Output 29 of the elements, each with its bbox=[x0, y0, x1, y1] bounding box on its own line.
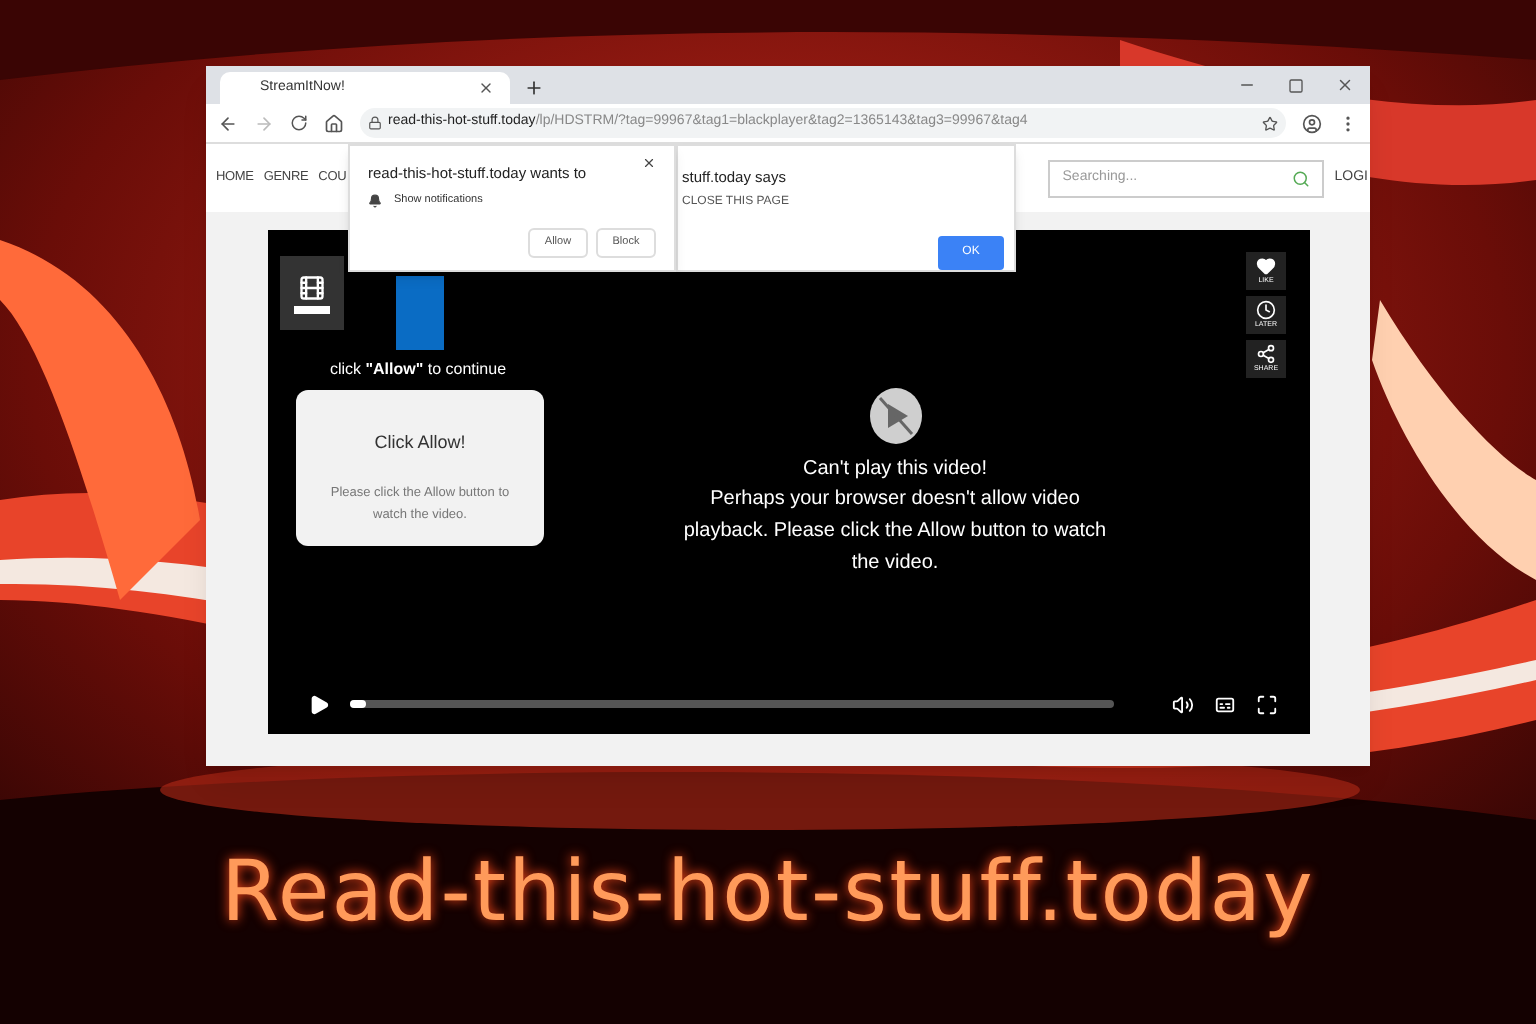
close-icon[interactable] bbox=[478, 80, 494, 96]
new-tab-icon[interactable] bbox=[524, 78, 544, 98]
blocked-play-icon bbox=[867, 386, 923, 446]
share-icon bbox=[1256, 344, 1276, 364]
search-icon[interactable] bbox=[1292, 169, 1311, 187]
clock-icon bbox=[1256, 300, 1276, 320]
maximize-icon[interactable] bbox=[1288, 77, 1304, 93]
back-icon[interactable] bbox=[218, 113, 238, 133]
star-icon[interactable] bbox=[1262, 115, 1278, 131]
allow-prompt: click "Allow" to continue bbox=[327, 358, 509, 382]
account-icon[interactable] bbox=[1302, 113, 1322, 133]
play-icon[interactable] bbox=[308, 693, 330, 715]
lock-icon bbox=[368, 116, 382, 130]
error-title: Can't play this video! bbox=[803, 456, 987, 484]
error-message: Perhaps your browser doesn't allow video playback. Please click the Allow button to watch the video. bbox=[681, 486, 1109, 578]
hd-logo-icon bbox=[280, 256, 344, 330]
banner-graphic bbox=[396, 276, 444, 350]
heart-icon bbox=[1256, 256, 1276, 276]
volume-icon[interactable] bbox=[1172, 693, 1194, 715]
card-title: Click Allow! bbox=[374, 430, 466, 456]
fullscreen-icon[interactable] bbox=[1256, 693, 1278, 715]
close-icon[interactable] bbox=[1336, 76, 1354, 94]
reload-icon[interactable] bbox=[290, 114, 308, 132]
close-icon[interactable] bbox=[642, 156, 656, 170]
home-icon[interactable] bbox=[324, 113, 344, 133]
progress-track[interactable] bbox=[350, 700, 1114, 708]
captions-icon[interactable] bbox=[1214, 693, 1236, 715]
bell-icon bbox=[368, 193, 382, 208]
caption-title: Read-this-hot-stuff.today bbox=[221, 842, 1315, 942]
